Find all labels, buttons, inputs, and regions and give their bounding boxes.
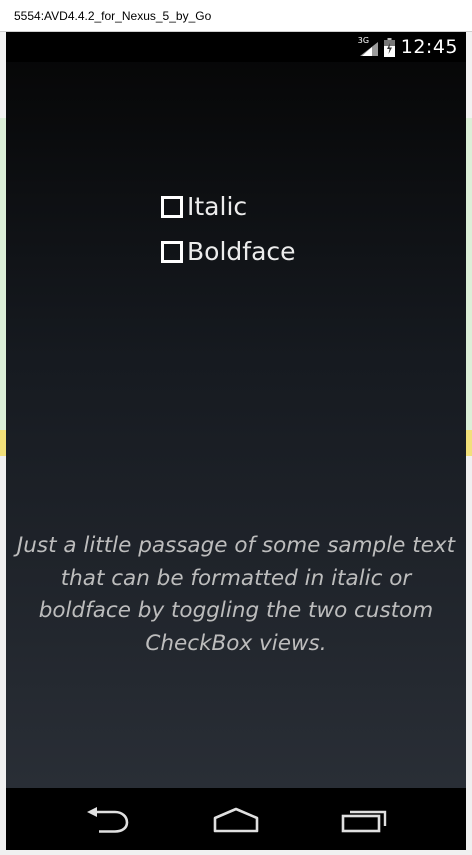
back-icon[interactable] (78, 802, 138, 838)
host-window-strip (466, 430, 472, 456)
sample-passage-text: Just a little passage of some sample tex… (16, 533, 456, 656)
boldface-checkbox[interactable]: Boldface (161, 235, 296, 269)
checkbox-box[interactable] (161, 196, 183, 218)
navigation-bar (6, 788, 466, 850)
status-bar: 3G 12:45 (6, 32, 466, 62)
window-title-bar: 5554:AVD4.4.2_for_Nexus_5_by_Go (0, 0, 472, 32)
checkbox-box[interactable] (161, 241, 183, 263)
italic-checkbox-label: Italic (187, 192, 248, 221)
emulator-screen: 3G 12:45 Italic Boldface Just a little p… (6, 32, 466, 850)
status-clock: 12:45 (400, 36, 458, 58)
battery-icon (383, 37, 395, 57)
host-window-strip (466, 118, 472, 430)
home-icon[interactable] (206, 802, 266, 838)
signal-icon: 3G (358, 36, 378, 56)
host-window-strip (466, 32, 472, 118)
boldface-checkbox-label: Boldface (187, 237, 296, 266)
status-icons: 3G 12:45 (358, 34, 458, 60)
italic-checkbox[interactable]: Italic (161, 190, 247, 224)
recent-apps-icon[interactable] (334, 802, 394, 838)
window-title: 5554:AVD4.4.2_for_Nexus_5_by_Go (14, 9, 212, 23)
